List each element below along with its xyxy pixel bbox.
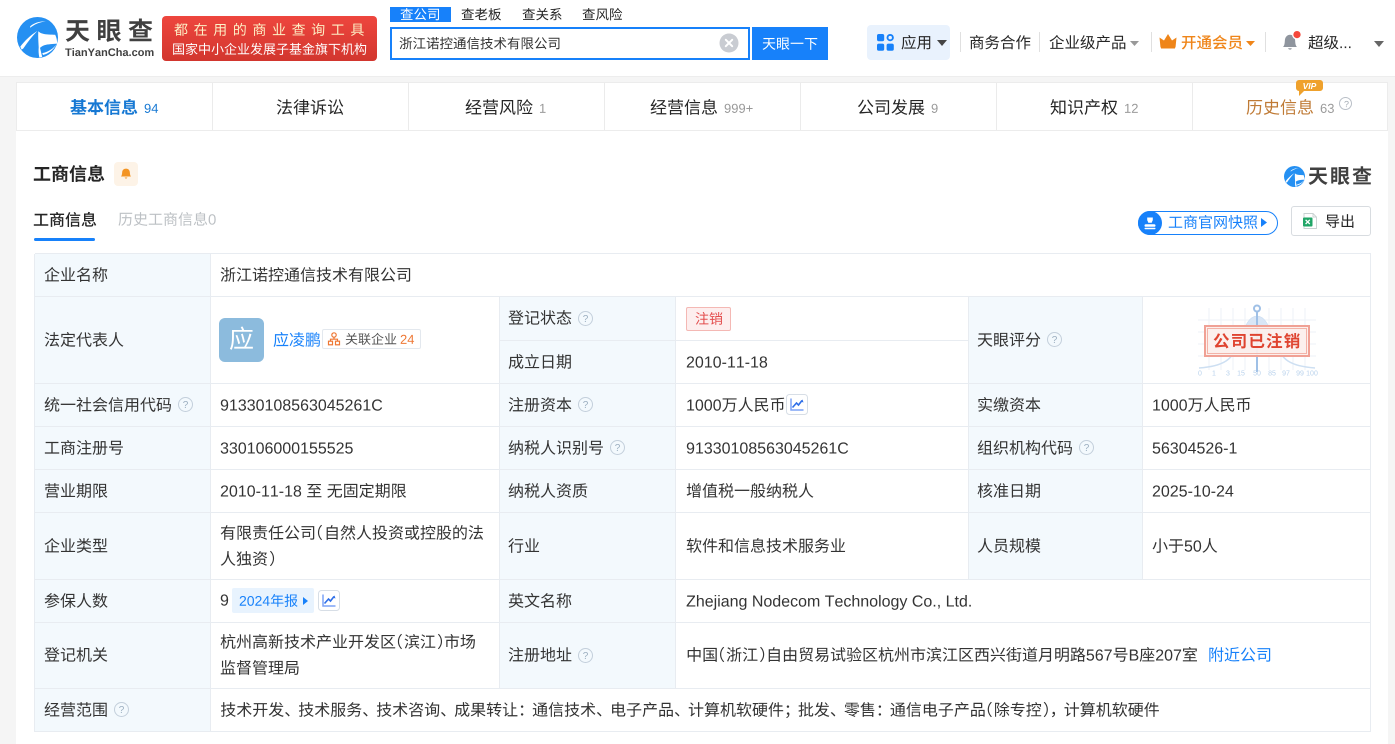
svg-text:?: ? <box>1084 443 1090 454</box>
svg-text:?: ? <box>118 705 124 716</box>
svg-text:0: 0 <box>1198 371 1202 378</box>
svg-text:?: ? <box>583 314 589 325</box>
svg-text:?: ? <box>182 400 188 411</box>
svg-text:?: ? <box>583 651 589 662</box>
svg-text:1: 1 <box>1212 371 1216 378</box>
svg-text:15: 15 <box>1237 371 1245 378</box>
svg-text:100: 100 <box>1306 371 1318 378</box>
svg-text:50: 50 <box>1253 371 1261 378</box>
svg-text:3: 3 <box>1226 371 1230 378</box>
svg-text:?: ? <box>1052 335 1058 346</box>
svg-text:?: ? <box>583 400 589 411</box>
svg-text:?: ? <box>615 443 621 454</box>
svg-text:VIP: VIP <box>1303 81 1317 91</box>
svg-text:85: 85 <box>1268 371 1276 378</box>
svg-text:99: 99 <box>1296 371 1304 378</box>
svg-text:97: 97 <box>1282 371 1290 378</box>
